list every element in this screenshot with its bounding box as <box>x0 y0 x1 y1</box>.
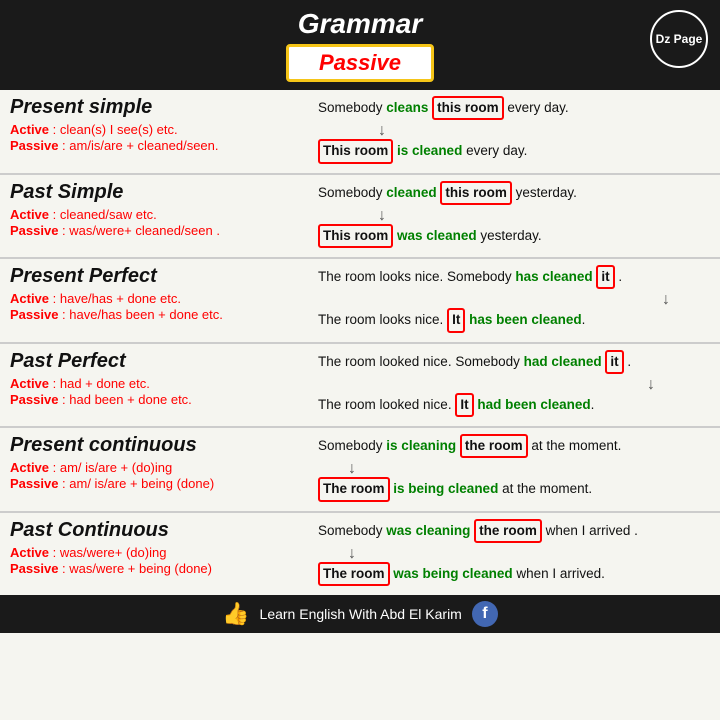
section-present-perfect: Present Perfect Active : have/has + done… <box>0 259 720 344</box>
section-past-continuous: Past Continuous Active : was/were+ (do)i… <box>0 513 720 596</box>
section-left-past-simple: Past Simple Active : cleaned/saw etc. Pa… <box>10 181 300 252</box>
example-passive-past-simple: This room was cleaned yesterday. <box>318 224 710 248</box>
example-passive-past-perfect: The room looked nice. It had been cleane… <box>318 393 710 417</box>
example-active-past-perfect: The room looked nice. Somebody had clean… <box>318 350 710 374</box>
footer: 👍 Learn English With Abd El Karim f <box>0 595 720 633</box>
example-passive-present-continuous: The room is being cleaned at the moment. <box>318 477 710 501</box>
active-rule-present-simple: Active : clean(s) I see(s) etc. <box>10 122 300 137</box>
passive-label: Passive <box>319 50 401 75</box>
example-active-past-simple: Somebody cleaned this room yesterday. <box>318 181 710 205</box>
section-right-past-perfect: The room looked nice. Somebody had clean… <box>308 350 710 421</box>
active-rule-past-perfect: Active : had + done etc. <box>10 376 300 391</box>
section-present-continuous: Present continuous Active : am/ is/are +… <box>0 428 720 513</box>
section-title-present-simple: Present simple <box>10 96 300 119</box>
header-title: Grammar <box>0 8 720 40</box>
example-passive-past-continuous: The room was being cleaned when I arrive… <box>318 562 710 586</box>
dz-page-badge: Dz Page <box>650 10 708 68</box>
passive-rule-present-simple: Passive : am/is/are + cleaned/seen. <box>10 138 300 153</box>
section-right-past-continuous: Somebody was cleaning the room when I ar… <box>308 519 710 590</box>
example-active-present-continuous: Somebody is cleaning the room at the mom… <box>318 434 710 458</box>
example-active-present-simple: Somebody cleans this room every day. <box>318 96 710 120</box>
passive-box: Passive <box>286 44 434 82</box>
example-passive-present-simple: This room is cleaned every day. <box>318 139 710 163</box>
section-left-present-continuous: Present continuous Active : am/ is/are +… <box>10 434 300 505</box>
header: Grammar Passive Dz Page <box>0 0 720 90</box>
active-rule-past-continuous: Active : was/were+ (do)ing <box>10 545 300 560</box>
section-left-past-continuous: Past Continuous Active : was/were+ (do)i… <box>10 519 300 590</box>
section-right-present-perfect: The room looks nice. Somebody has cleane… <box>308 265 710 336</box>
section-title-present-continuous: Present continuous <box>10 434 300 457</box>
thumbs-up-icon: 👍 <box>222 601 249 627</box>
example-active-present-perfect: The room looks nice. Somebody has cleane… <box>318 265 710 289</box>
passive-rule-present-continuous: Passive : am/ is/are + being (done) <box>10 476 300 491</box>
active-rule-present-perfect: Active : have/has + done etc. <box>10 291 300 306</box>
footer-label: Learn English With Abd El Karim <box>260 606 462 622</box>
passive-rule-present-perfect: Passive : have/has been + done etc. <box>10 307 300 322</box>
passive-rule-past-continuous: Passive : was/were + being (done) <box>10 561 300 576</box>
section-right-present-simple: Somebody cleans this room every day. ↓ T… <box>308 96 710 167</box>
section-right-present-continuous: Somebody is cleaning the room at the mom… <box>308 434 710 505</box>
section-past-perfect: Past Perfect Active : had + done etc. Pa… <box>0 344 720 429</box>
example-passive-present-perfect: The room looks nice. It has been cleaned… <box>318 308 710 332</box>
active-rule-present-continuous: Active : am/ is/are + (do)ing <box>10 460 300 475</box>
section-left-past-perfect: Past Perfect Active : had + done etc. Pa… <box>10 350 300 421</box>
section-title-past-simple: Past Simple <box>10 181 300 204</box>
passive-rule-past-perfect: Passive : had been + done etc. <box>10 392 300 407</box>
section-title-present-perfect: Present Perfect <box>10 265 300 288</box>
passive-rule-past-simple: Passive : was/were+ cleaned/seen . <box>10 223 300 238</box>
section-title-past-continuous: Past Continuous <box>10 519 300 542</box>
section-title-past-perfect: Past Perfect <box>10 350 300 373</box>
facebook-icon: f <box>472 601 498 627</box>
section-past-simple: Past Simple Active : cleaned/saw etc. Pa… <box>0 175 720 260</box>
section-present-simple: Present simple Active : clean(s) I see(s… <box>0 90 720 175</box>
section-left-present-simple: Present simple Active : clean(s) I see(s… <box>10 96 300 167</box>
example-active-past-continuous: Somebody was cleaning the room when I ar… <box>318 519 710 543</box>
section-left-present-perfect: Present Perfect Active : have/has + done… <box>10 265 300 336</box>
section-right-past-simple: Somebody cleaned this room yesterday. ↓ … <box>308 181 710 252</box>
active-rule-past-simple: Active : cleaned/saw etc. <box>10 207 300 222</box>
